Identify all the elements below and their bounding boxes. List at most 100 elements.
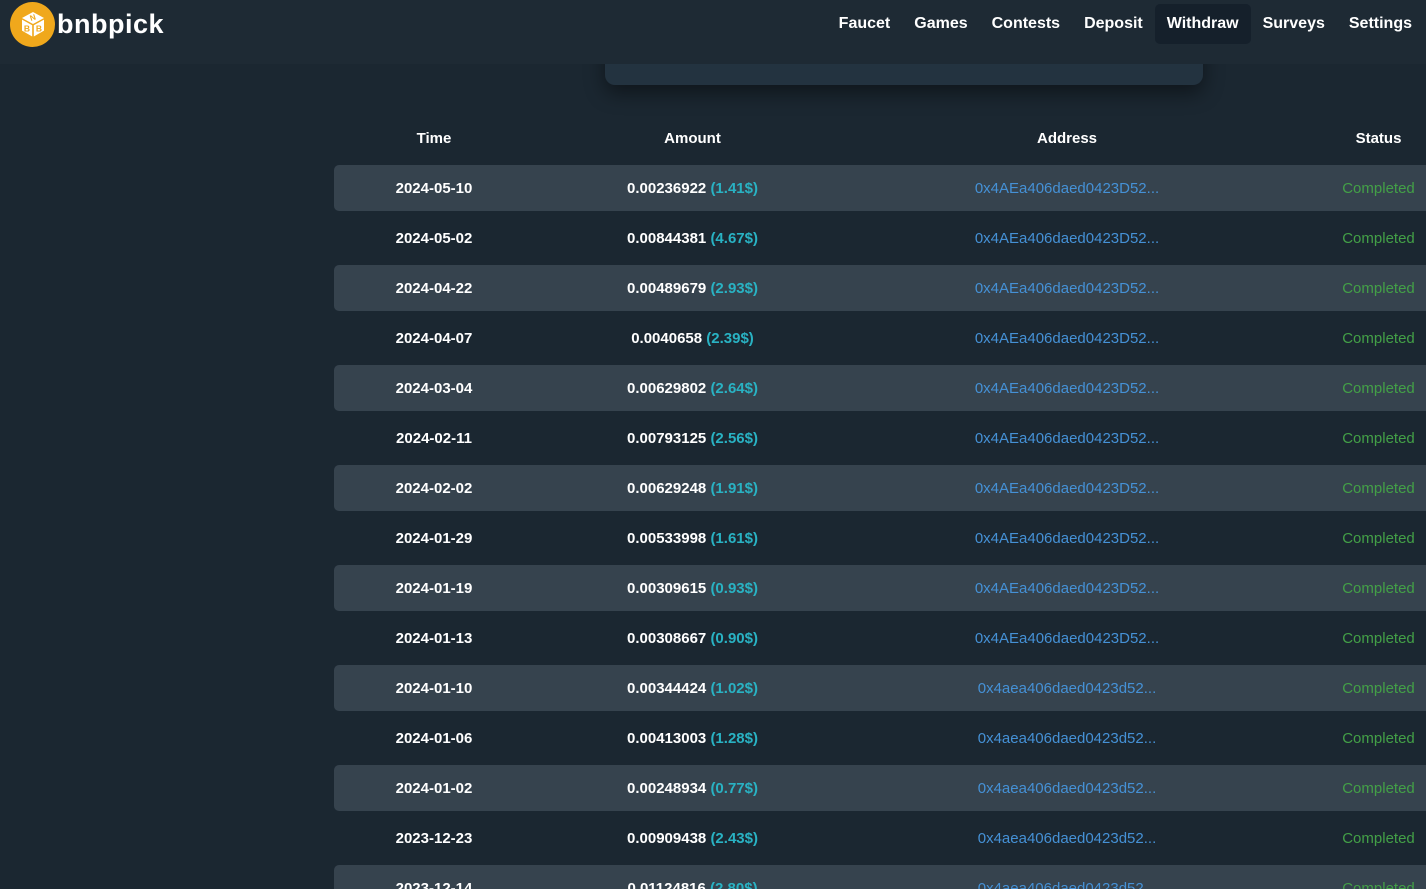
table-row: 2024-01-130.00308667 (0.90$)0x4AEa406dae… [334,613,1426,663]
status-badge: Completed [1342,880,1415,889]
status-cell: Completed [1283,480,1426,497]
amount-value: 0.00248934 [627,780,706,797]
status-badge: Completed [1342,430,1415,447]
status-cell: Completed [1283,830,1426,847]
amount-cell: 0.01124816 (2.80$) [534,880,851,889]
status-badge: Completed [1342,730,1415,747]
table-row: 2024-04-070.0040658 (2.39$)0x4AEa406daed… [334,313,1426,363]
time-cell: 2024-02-11 [334,430,534,447]
column-header-address: Address [851,130,1283,147]
amount-cell: 0.00413003 (1.28$) [534,730,851,747]
amount-usd: (4.67$) [710,230,758,247]
status-cell: Completed [1283,630,1426,647]
address-link[interactable]: 0x4AEa406daed0423D52... [975,330,1159,347]
address-cell: 0x4aea406daed0423d52... [851,780,1283,797]
time-cell: 2024-05-02 [334,230,534,247]
table-row: 2024-04-220.00489679 (2.93$)0x4AEa406dae… [334,263,1426,313]
status-badge: Completed [1342,580,1415,597]
nav-item-settings[interactable]: Settings [1337,4,1424,44]
address-link[interactable]: 0x4AEa406daed0423D52... [975,230,1159,247]
address-cell: 0x4AEa406daed0423D52... [851,330,1283,347]
address-link[interactable]: 0x4AEa406daed0423D52... [975,530,1159,547]
nav-item-faucet[interactable]: Faucet [827,4,903,44]
time-cell: 2023-12-14 [334,880,534,889]
top-navbar: N B B bnbpick FaucetGamesContestsDeposit… [0,0,1426,64]
table-row: 2024-01-020.00248934 (0.77$)0x4aea406dae… [334,763,1426,813]
amount-value: 0.00309615 [627,580,706,597]
amount-cell: 0.00629248 (1.91$) [534,480,851,497]
status-cell: Completed [1283,680,1426,697]
amount-value: 0.0040658 [631,330,702,347]
status-badge: Completed [1342,180,1415,197]
address-link[interactable]: 0x4AEa406daed0423D52... [975,480,1159,497]
address-link[interactable]: 0x4AEa406daed0423D52... [975,280,1159,297]
nav-item-deposit[interactable]: Deposit [1072,4,1155,44]
status-cell: Completed [1283,530,1426,547]
nav-item-withdraw[interactable]: Withdraw [1155,4,1251,44]
amount-cell: 0.00248934 (0.77$) [534,780,851,797]
status-cell: Completed [1283,380,1426,397]
status-cell: Completed [1283,280,1426,297]
address-link[interactable]: 0x4AEa406daed0423D52... [975,430,1159,447]
amount-cell: 0.00793125 (2.56$) [534,430,851,447]
time-cell: 2024-03-04 [334,380,534,397]
amount-usd: (2.64$) [710,380,758,397]
address-cell: 0x4AEa406daed0423D52... [851,630,1283,647]
amount-value: 0.00844381 [627,230,706,247]
address-cell: 0x4aea406daed0423d52... [851,730,1283,747]
amount-value: 0.01124816 [627,880,705,889]
address-link[interactable]: 0x4aea406daed0423d52... [978,880,1157,889]
nav-item-surveys[interactable]: Surveys [1251,4,1337,44]
status-badge: Completed [1342,530,1415,547]
amount-usd: (1.41$) [710,180,758,197]
svg-text:B: B [23,24,29,34]
table-header-row: Time Amount Address Status [334,113,1426,163]
time-cell: 2024-04-22 [334,280,534,297]
amount-cell: 0.00236922 (1.41$) [534,180,851,197]
table-row: 2024-05-100.00236922 (1.41$)0x4AEa406dae… [334,163,1426,213]
status-cell: Completed [1283,580,1426,597]
address-cell: 0x4AEa406daed0423D52... [851,180,1283,197]
amount-value: 0.00629802 [627,380,706,397]
time-cell: 2024-01-06 [334,730,534,747]
brand[interactable]: N B B bnbpick [10,0,164,48]
status-badge: Completed [1342,280,1415,297]
amount-cell: 0.00344424 (1.02$) [534,680,851,697]
amount-value: 0.00344424 [627,680,706,697]
status-badge: Completed [1342,780,1415,797]
address-cell: 0x4AEa406daed0423D52... [851,530,1283,547]
amount-value: 0.00533998 [627,530,706,547]
amount-usd: (2.43$) [710,830,758,847]
brand-name[interactable]: bnbpick [57,9,164,40]
amount-value: 0.00793125 [627,430,706,447]
table-row: 2024-03-040.00629802 (2.64$)0x4AEa406dae… [334,363,1426,413]
nav-item-games[interactable]: Games [902,4,979,44]
status-cell: Completed [1283,780,1426,797]
status-cell: Completed [1283,230,1426,247]
address-link[interactable]: 0x4AEa406daed0423D52... [975,380,1159,397]
address-link[interactable]: 0x4AEa406daed0423D52... [975,580,1159,597]
amount-usd: (2.56$) [710,430,758,447]
amount-cell: 0.00629802 (2.64$) [534,380,851,397]
time-cell: 2024-01-13 [334,630,534,647]
address-link[interactable]: 0x4aea406daed0423d52... [978,780,1157,797]
time-cell: 2024-01-19 [334,580,534,597]
address-cell: 0x4AEa406daed0423D52... [851,280,1283,297]
table-body: 2024-05-100.00236922 (1.41$)0x4AEa406dae… [334,163,1426,889]
address-link[interactable]: 0x4AEa406daed0423D52... [975,180,1159,197]
table-row: 2024-01-290.00533998 (1.61$)0x4AEa406dae… [334,513,1426,563]
status-badge: Completed [1342,630,1415,647]
address-link[interactable]: 0x4aea406daed0423d52... [978,830,1157,847]
address-link[interactable]: 0x4aea406daed0423d52... [978,730,1157,747]
amount-usd: (1.91$) [710,480,758,497]
nav-item-contests[interactable]: Contests [980,4,1072,44]
address-cell: 0x4AEa406daed0423D52... [851,380,1283,397]
amount-value: 0.00909438 [627,830,706,847]
address-link[interactable]: 0x4AEa406daed0423D52... [975,630,1159,647]
address-link[interactable]: 0x4aea406daed0423d52... [978,680,1157,697]
time-cell: 2024-01-10 [334,680,534,697]
table-row: 2024-01-060.00413003 (1.28$) 0x4aea406dae… [334,713,1426,763]
status-badge: Completed [1342,380,1415,397]
amount-value: 0.00308667 [627,630,706,647]
address-cell: 0x4AEa406daed0423D52... [851,480,1283,497]
